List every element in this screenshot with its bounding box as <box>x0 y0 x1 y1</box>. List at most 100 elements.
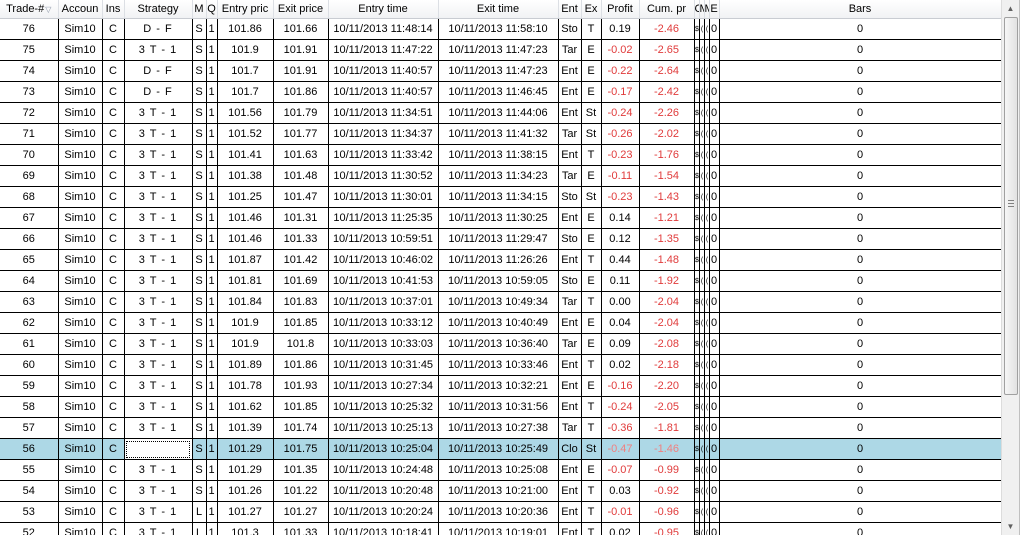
market-position-cell[interactable]: S <box>192 459 207 481</box>
bars-cell[interactable]: 0 <box>719 144 1001 166</box>
strategy-cell[interactable]: D - F <box>124 81 193 103</box>
market-position-cell[interactable]: S <box>192 438 207 460</box>
bars-cell[interactable]: 0 <box>719 354 1001 376</box>
bars-cell[interactable]: 0 <box>719 312 1001 334</box>
cum-profit-cell[interactable]: -0.92 <box>639 480 695 502</box>
profit-cell[interactable]: -0.36 <box>601 417 640 439</box>
etd-cell[interactable]: 0 <box>709 102 720 124</box>
instrument-cell[interactable]: C <box>102 417 125 439</box>
exit-price-cell[interactable]: 101.63 <box>273 144 329 166</box>
entry-price-cell[interactable]: 101.41 <box>217 144 274 166</box>
cum-profit-cell[interactable]: -0.99 <box>639 459 695 481</box>
quantity-cell[interactable]: 1 <box>206 18 218 40</box>
entry-price-cell[interactable]: 101.78 <box>217 375 274 397</box>
table-row[interactable]: 74 Sim10 C D - F S 1 101.7 101.91 10/11/2013 11:… <box>0 60 1001 82</box>
cum-profit-cell[interactable]: -1.48 <box>639 249 695 271</box>
trade-number-cell[interactable]: 64 <box>0 270 59 292</box>
profit-cell[interactable]: -0.17 <box>601 81 640 103</box>
exit-time-cell[interactable]: 10/11/2013 11:58:10 <box>438 18 559 40</box>
entry-name-cell[interactable]: Ent <box>558 354 582 376</box>
entry-price-cell[interactable]: 101.87 <box>217 249 274 271</box>
quantity-cell[interactable]: 1 <box>206 480 218 502</box>
exit-name-cell[interactable]: T <box>581 18 602 40</box>
exit-time-cell[interactable]: 10/11/2013 11:38:15 <box>438 144 559 166</box>
strategy-cell[interactable]: 3 T - 1 <box>124 312 193 334</box>
profit-cell[interactable]: 0.11 <box>601 270 640 292</box>
exit-time-cell[interactable]: 10/11/2013 10:32:21 <box>438 375 559 397</box>
entry-name-cell[interactable]: Ent <box>558 102 582 124</box>
trade-number-cell[interactable]: 66 <box>0 228 59 250</box>
cum-profit-cell[interactable]: -2.08 <box>639 333 695 355</box>
exit-name-cell[interactable]: E <box>581 312 602 334</box>
account-cell[interactable]: Sim10 <box>58 354 103 376</box>
exit-name-cell[interactable]: T <box>581 354 602 376</box>
quantity-cell[interactable]: 1 <box>206 39 218 61</box>
exit-price-cell[interactable]: 101.86 <box>273 354 329 376</box>
market-position-cell[interactable]: S <box>192 417 207 439</box>
instrument-cell[interactable]: C <box>102 102 125 124</box>
bars-cell[interactable]: 0 <box>719 291 1001 313</box>
exit-name-cell[interactable]: T <box>581 291 602 313</box>
exit-name-cell[interactable]: St <box>581 186 602 208</box>
profit-cell[interactable]: -0.02 <box>601 39 640 61</box>
entry-name-cell[interactable]: Clo <box>558 438 582 460</box>
entry-name-cell[interactable]: Sto <box>558 18 582 40</box>
entry-name-cell[interactable]: Tar <box>558 123 582 145</box>
strategy-cell[interactable]: 3 T - 1 <box>124 501 193 523</box>
cum-profit-cell[interactable]: -2.46 <box>639 18 695 40</box>
table-row[interactable]: 55 Sim10 C 3 T - 1 S 1 101.29 101.35 10/11/2013 … <box>0 459 1001 481</box>
exit-name-cell[interactable]: E <box>581 207 602 229</box>
cum-profit-cell[interactable]: -2.64 <box>639 60 695 82</box>
exit-time-cell[interactable]: 10/11/2013 11:46:45 <box>438 81 559 103</box>
exit-name-cell[interactable]: T <box>581 522 602 535</box>
instrument-cell[interactable]: C <box>102 81 125 103</box>
table-row[interactable]: 65 Sim10 C 3 T - 1 S 1 101.87 101.42 10/11/2013 … <box>0 249 1001 271</box>
cum-profit-cell[interactable]: -2.18 <box>639 354 695 376</box>
account-cell[interactable]: Sim10 <box>58 228 103 250</box>
cum-profit-cell[interactable]: -1.43 <box>639 186 695 208</box>
table-row[interactable]: 75 Sim10 C 3 T - 1 S 1 101.9 101.91 10/11/2013 1… <box>0 39 1001 61</box>
entry-time-cell[interactable]: 10/11/2013 10:20:24 <box>328 501 439 523</box>
profit-cell[interactable]: 0.12 <box>601 228 640 250</box>
trade-number-cell[interactable]: 74 <box>0 60 59 82</box>
exit-name-cell[interactable]: St <box>581 123 602 145</box>
market-position-cell[interactable]: S <box>192 81 207 103</box>
table-row[interactable]: 54 Sim10 C 3 T - 1 S 1 101.26 101.22 10/11/2013 … <box>0 480 1001 502</box>
entry-time-cell[interactable]: 10/11/2013 10:46:02 <box>328 249 439 271</box>
etd-cell[interactable]: 0 <box>709 18 720 40</box>
bars-cell[interactable]: 0 <box>719 375 1001 397</box>
account-cell[interactable]: Sim10 <box>58 480 103 502</box>
account-cell[interactable]: Sim10 <box>58 501 103 523</box>
cum-profit-cell[interactable]: -1.76 <box>639 144 695 166</box>
entry-price-cell[interactable]: 101.46 <box>217 228 274 250</box>
bars-cell[interactable]: 0 <box>719 228 1001 250</box>
cum-profit-cell[interactable]: -2.04 <box>639 291 695 313</box>
exit-name-cell[interactable]: E <box>581 39 602 61</box>
entry-name-cell[interactable]: Tar <box>558 165 582 187</box>
entry-price-cell[interactable]: 101.46 <box>217 207 274 229</box>
entry-time-cell[interactable]: 10/11/2013 10:33:03 <box>328 333 439 355</box>
account-cell[interactable]: Sim10 <box>58 207 103 229</box>
cum-profit-cell[interactable]: -2.20 <box>639 375 695 397</box>
quantity-cell[interactable]: 1 <box>206 186 218 208</box>
exit-time-cell[interactable]: 10/11/2013 11:47:23 <box>438 39 559 61</box>
entry-price-cell[interactable]: 101.62 <box>217 396 274 418</box>
entry-name-cell[interactable]: Ent <box>558 480 582 502</box>
entry-price-cell[interactable]: 101.39 <box>217 417 274 439</box>
market-position-cell[interactable]: S <box>192 207 207 229</box>
entry-time-cell[interactable]: 10/11/2013 10:24:48 <box>328 459 439 481</box>
trade-number-cell[interactable]: 61 <box>0 333 59 355</box>
instrument-cell[interactable]: C <box>102 333 125 355</box>
entry-time-cell[interactable]: 10/11/2013 10:37:01 <box>328 291 439 313</box>
quantity-cell[interactable]: 1 <box>206 417 218 439</box>
instrument-cell[interactable]: C <box>102 165 125 187</box>
account-cell[interactable]: Sim10 <box>58 144 103 166</box>
column-header-bars[interactable]: Bars <box>719 0 1001 19</box>
entry-time-cell[interactable]: 10/11/2013 11:34:37 <box>328 123 439 145</box>
exit-price-cell[interactable]: 101.85 <box>273 396 329 418</box>
exit-time-cell[interactable]: 10/11/2013 10:36:40 <box>438 333 559 355</box>
quantity-cell[interactable]: 1 <box>206 144 218 166</box>
entry-price-cell[interactable]: 101.7 <box>217 81 274 103</box>
entry-price-cell[interactable]: 101.38 <box>217 165 274 187</box>
entry-name-cell[interactable]: Tar <box>558 333 582 355</box>
